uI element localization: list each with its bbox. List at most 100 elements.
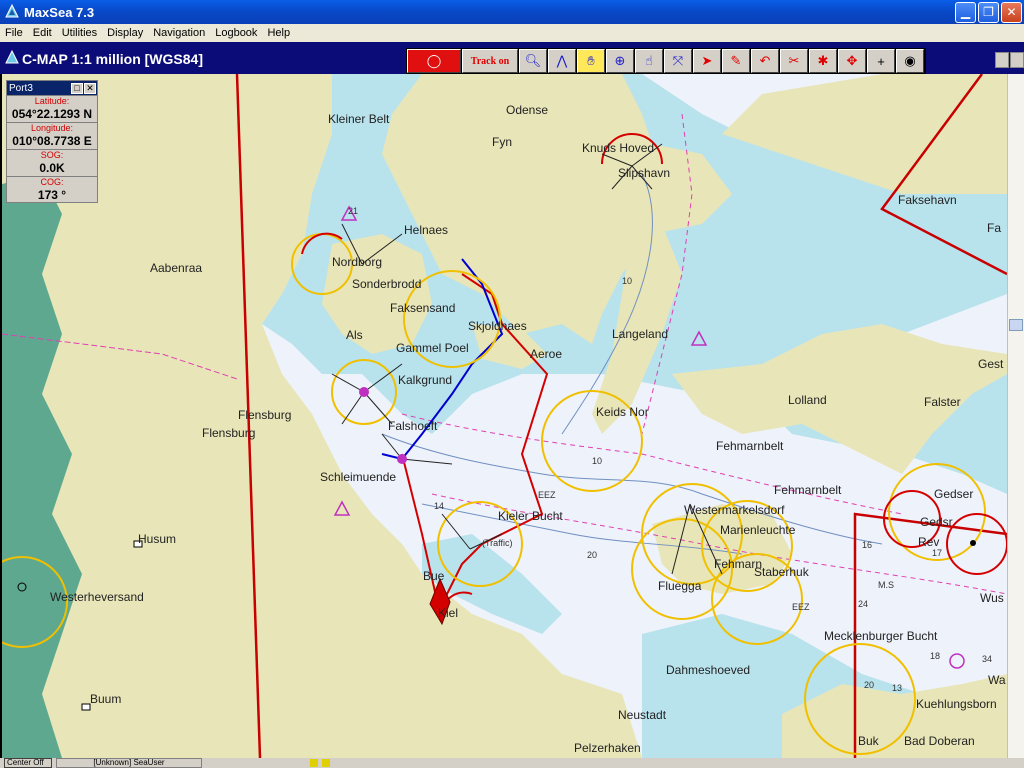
west-coast-island bbox=[2, 544, 22, 584]
track-on-button[interactable]: Track on bbox=[462, 49, 518, 73]
scrollbar-thumb[interactable] bbox=[1009, 319, 1023, 331]
eez-label: EEZ bbox=[538, 490, 556, 500]
chart-icon bbox=[5, 50, 19, 64]
place-label: Bue bbox=[423, 569, 445, 583]
pencil-icon: ✎ bbox=[730, 53, 742, 68]
place-label: Dahmeshoeved bbox=[666, 663, 750, 677]
restore-icon: ❐ bbox=[983, 5, 994, 19]
move-icon: ✥ bbox=[846, 53, 858, 68]
place-label: Husum bbox=[138, 532, 176, 546]
cog-value: 173 ° bbox=[37, 188, 67, 202]
center-button[interactable]: ⊕ bbox=[606, 49, 634, 73]
place-label: Kleiner Belt bbox=[328, 112, 390, 126]
port-marker bbox=[970, 540, 976, 546]
minimize-icon: ▁ bbox=[960, 5, 971, 19]
menu-help[interactable]: Help bbox=[262, 27, 295, 39]
place-label: Fehmarnbelt bbox=[716, 439, 784, 453]
menu-bar: File Edit Utilities Display Navigation L… bbox=[0, 24, 1024, 42]
depth-sounding: 24 bbox=[858, 599, 868, 609]
longitude-value: 010°08.7738 E bbox=[12, 134, 92, 148]
place-label: Odense bbox=[506, 103, 548, 117]
cross-button[interactable]: + bbox=[867, 49, 895, 73]
place-label: Kalkgrund bbox=[398, 373, 452, 387]
place-label: Buk bbox=[858, 734, 880, 748]
nautical-chart[interactable]: Kleiner Belt Odense Fyn Knuds Hoved Slip… bbox=[2, 74, 1007, 758]
target-icon: ◉ bbox=[904, 53, 916, 68]
place-label: Fluegga bbox=[658, 579, 702, 593]
panel-titlebar[interactable]: Port3 □ ✕ bbox=[7, 81, 97, 95]
vertical-scrollbar[interactable] bbox=[1007, 74, 1024, 758]
menu-utilities[interactable]: Utilities bbox=[57, 27, 102, 39]
close-icon: ✕ bbox=[1006, 5, 1017, 19]
place-label: Aeroe bbox=[530, 347, 562, 361]
move-button[interactable]: ✥ bbox=[838, 49, 866, 73]
pencil-button[interactable]: ✎ bbox=[722, 49, 750, 73]
depth-sounding: 18 bbox=[930, 651, 940, 661]
depth-sounding: 13 bbox=[892, 683, 902, 693]
place-label: Keids Nor bbox=[596, 405, 649, 419]
center-status[interactable]: Center Off bbox=[4, 758, 52, 768]
place-label: Als bbox=[346, 328, 363, 342]
close-button[interactable]: ✕ bbox=[1001, 1, 1022, 23]
status-indicator bbox=[322, 759, 330, 767]
minimize-button[interactable]: ▁ bbox=[955, 1, 976, 23]
menu-display[interactable]: Display bbox=[102, 27, 148, 39]
undo-icon: ↶ bbox=[759, 53, 771, 68]
place-label: Gedsr bbox=[920, 515, 953, 529]
place-label: Kieler Bucht bbox=[498, 509, 563, 523]
place-label: Flensburg bbox=[238, 408, 291, 422]
pan-hand-button[interactable]: ✋︎ bbox=[577, 49, 605, 73]
place-label: Gedser bbox=[934, 487, 973, 501]
user-status: [Unknown] SeaUser bbox=[56, 758, 202, 768]
compass-button[interactable]: ⋀ bbox=[548, 49, 576, 73]
menu-navigation[interactable]: Navigation bbox=[148, 27, 210, 39]
menu-logbook[interactable]: Logbook bbox=[210, 27, 262, 39]
window-title: MaxSea 7.3 bbox=[24, 4, 95, 20]
latitude-row: Latitude: 054°22.1293 N bbox=[7, 95, 97, 122]
place-label: Schleimuende bbox=[320, 470, 396, 484]
place-label: Fa bbox=[987, 221, 1001, 235]
place-label: Fyn bbox=[492, 135, 512, 149]
arrow-icon: ➤ bbox=[701, 53, 713, 68]
depth-sounding: 14 bbox=[434, 501, 444, 511]
undo-button[interactable]: ↶ bbox=[751, 49, 779, 73]
grab-button[interactable]: ☝︎ bbox=[635, 49, 663, 73]
record-button[interactable]: ◯ bbox=[407, 49, 461, 73]
menu-edit[interactable]: Edit bbox=[28, 27, 57, 39]
place-label: Buum bbox=[90, 692, 121, 706]
mark-icon: ✱ bbox=[817, 53, 829, 68]
zoom-button[interactable]: 🔍︎ bbox=[519, 49, 547, 73]
anchorage-marker bbox=[397, 454, 407, 464]
panel-title: Port3 bbox=[9, 82, 33, 94]
chart-close-button[interactable] bbox=[1010, 52, 1024, 68]
panel-close-button[interactable]: ✕ bbox=[84, 82, 96, 94]
place-label: (Traffic) bbox=[482, 538, 513, 548]
grab-icon: ☝︎ bbox=[645, 53, 653, 68]
place-label: Rev bbox=[918, 535, 939, 549]
place-label: Slipshavn bbox=[618, 166, 670, 180]
place-label: Bad Doberan bbox=[904, 734, 975, 748]
scissors-button[interactable]: ✂ bbox=[780, 49, 808, 73]
pointer-button[interactable]: ➤ bbox=[693, 49, 721, 73]
chart-restore-button[interactable] bbox=[995, 52, 1009, 68]
place-label: Falster bbox=[924, 395, 961, 409]
chart-window-buttons bbox=[994, 52, 1024, 68]
position-panel[interactable]: Port3 □ ✕ Latitude: 054°22.1293 N Longit… bbox=[6, 80, 98, 203]
record-icon: ◯ bbox=[426, 53, 442, 68]
sog-value: 0.0K bbox=[39, 161, 65, 175]
place-label: Helnaes bbox=[404, 223, 448, 237]
chart-title: C-MAP 1:1 million [WGS84] bbox=[22, 51, 203, 67]
menu-file[interactable]: File bbox=[0, 27, 28, 39]
place-label: Knuds Hoved bbox=[582, 141, 654, 155]
restore-button[interactable]: ❐ bbox=[978, 1, 999, 23]
depth-sounding: 17 bbox=[932, 548, 942, 558]
mark-button[interactable]: ✱ bbox=[809, 49, 837, 73]
panel-maximize-button[interactable]: □ bbox=[71, 82, 83, 94]
place-label: Faksensand bbox=[390, 301, 455, 315]
route-tool-button[interactable]: ⤧ bbox=[664, 49, 692, 73]
chart-canvas[interactable]: Kleiner Belt Odense Fyn Knuds Hoved Slip… bbox=[2, 74, 1007, 758]
compass-icon: ⋀ bbox=[556, 53, 568, 68]
target-button[interactable]: ◉ bbox=[896, 49, 924, 73]
cog-row: COG: 173 ° bbox=[7, 176, 97, 203]
place-label: Flensburg bbox=[202, 426, 255, 440]
